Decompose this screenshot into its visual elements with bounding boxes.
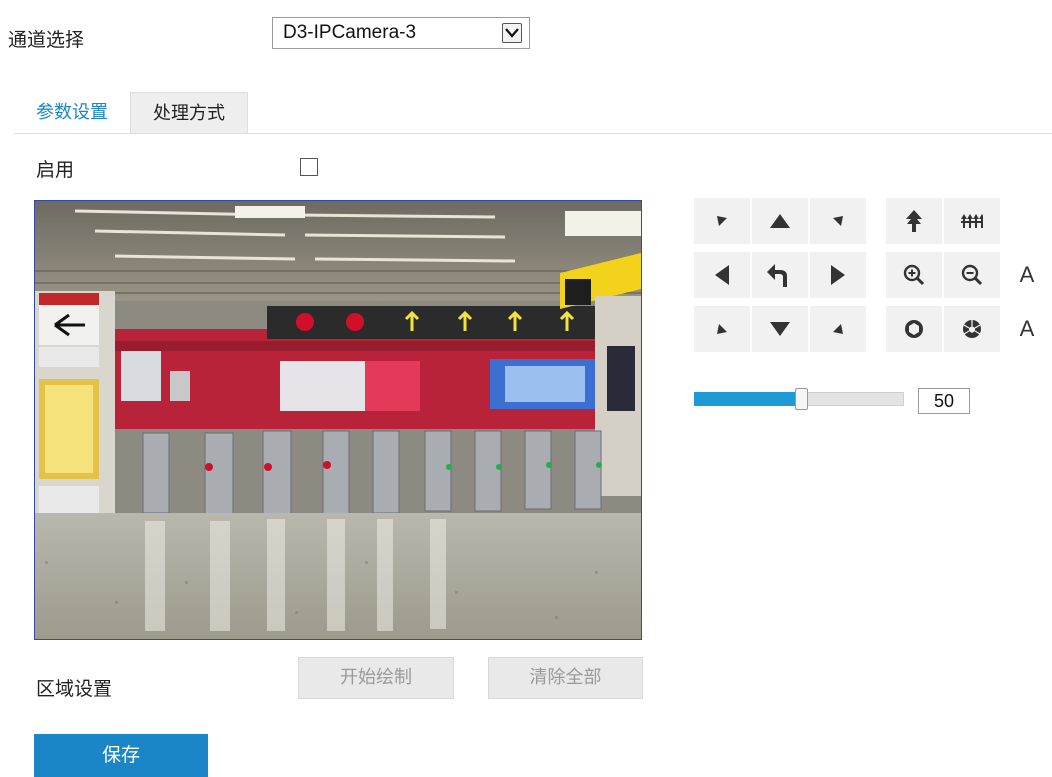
speed-slider-handle[interactable] <box>795 388 808 410</box>
start-draw-button[interactable]: 开始绘制 <box>298 657 454 699</box>
down-left-arrow-icon[interactable] <box>694 306 750 352</box>
save-button[interactable]: 保存 <box>34 734 208 777</box>
down-arrow-icon[interactable] <box>752 306 808 352</box>
zoom-in-icon[interactable] <box>886 252 942 298</box>
up-right-arrow-icon[interactable] <box>810 198 866 244</box>
channel-label: 通道选择 <box>8 29 85 51</box>
iris-open-icon[interactable] <box>886 306 942 352</box>
video-frame-image <box>35 201 641 639</box>
chevron-down-icon[interactable] <box>502 23 522 43</box>
left-arrow-icon[interactable] <box>694 252 750 298</box>
speed-slider-fill <box>694 392 800 406</box>
right-arrow-icon[interactable] <box>810 252 866 298</box>
channel-select-value: D3-IPCamera-3 <box>283 22 417 43</box>
auto-iris-label: A <box>1019 316 1035 341</box>
auto-iris-button[interactable]: A <box>1002 306 1052 352</box>
zoom-out-icon[interactable] <box>944 252 1000 298</box>
up-arrow-icon[interactable] <box>752 198 808 244</box>
enable-label: 启用 <box>36 159 75 181</box>
focus-near-icon[interactable] <box>886 198 942 244</box>
tab-parameters[interactable]: 参数设置 <box>14 92 130 134</box>
iris-close-icon[interactable] <box>944 306 1000 352</box>
tab-handling[interactable]: 处理方式 <box>130 92 248 134</box>
auto-focus-label: A <box>1019 262 1035 287</box>
tab-divider <box>14 133 1052 134</box>
up-left-arrow-icon[interactable] <box>694 198 750 244</box>
enable-checkbox[interactable] <box>300 158 318 176</box>
channel-select[interactable]: D3-IPCamera-3 <box>272 17 530 49</box>
video-preview[interactable] <box>34 200 642 640</box>
speed-value-input[interactable]: 50 <box>918 388 970 414</box>
region-label: 区域设置 <box>36 678 113 700</box>
return-icon[interactable] <box>752 252 808 298</box>
down-right-arrow-icon[interactable] <box>810 306 866 352</box>
clear-all-button[interactable]: 清除全部 <box>488 657 643 699</box>
focus-far-icon[interactable] <box>944 198 1000 244</box>
auto-focus-button[interactable]: A <box>1002 252 1052 298</box>
